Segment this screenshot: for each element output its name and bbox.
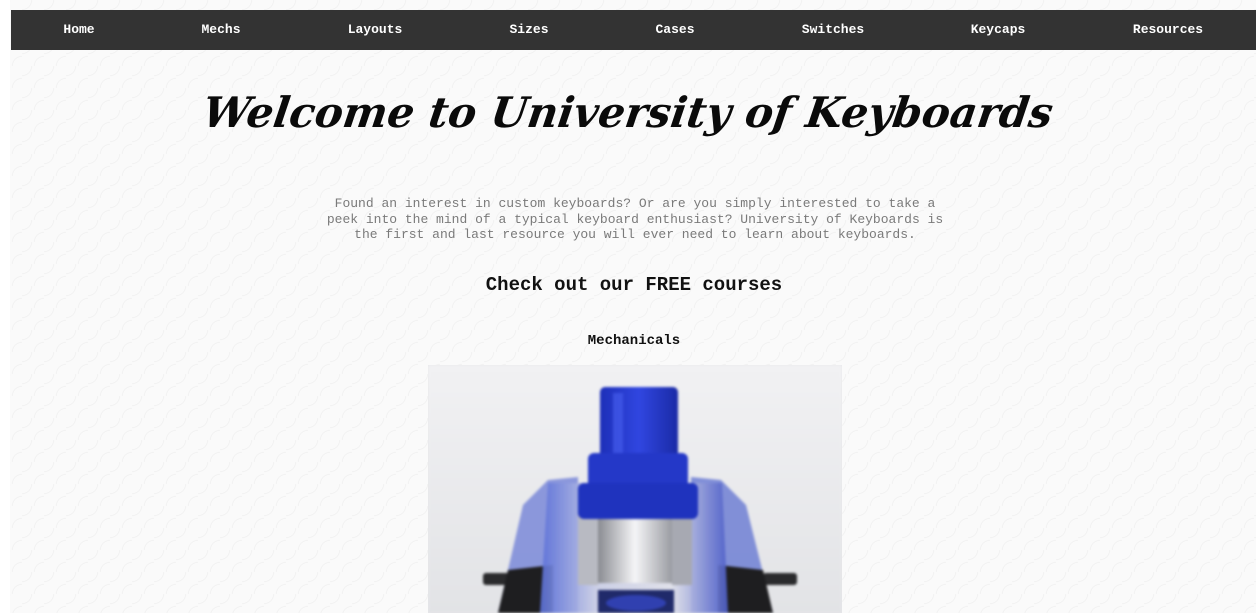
course-image-mechanicals[interactable] bbox=[428, 365, 842, 613]
courses-heading: Check out our FREE courses bbox=[485, 274, 783, 296]
nav-item-keycaps[interactable]: Keycaps bbox=[971, 10, 1026, 50]
nav-item-mechs[interactable]: Mechs bbox=[201, 10, 240, 50]
nav-item-sizes[interactable]: Sizes bbox=[509, 10, 548, 50]
intro-paragraph: Found an interest in custom keyboards? O… bbox=[326, 196, 944, 242]
page-title: Welcome to University of Keyboards bbox=[199, 88, 1057, 137]
blue-switch-image bbox=[428, 365, 842, 613]
top-navigation-bar: Home Mechs Layouts Sizes Cases Switches … bbox=[11, 10, 1256, 50]
course-title-mechanicals[interactable]: Mechanicals bbox=[0, 333, 1256, 349]
nav-item-layouts[interactable]: Layouts bbox=[348, 10, 403, 50]
nav-item-home[interactable]: Home bbox=[63, 10, 94, 50]
nav-item-cases[interactable]: Cases bbox=[655, 10, 694, 50]
nav-item-switches[interactable]: Switches bbox=[802, 10, 864, 50]
nav-item-resources[interactable]: Resources bbox=[1133, 10, 1203, 50]
